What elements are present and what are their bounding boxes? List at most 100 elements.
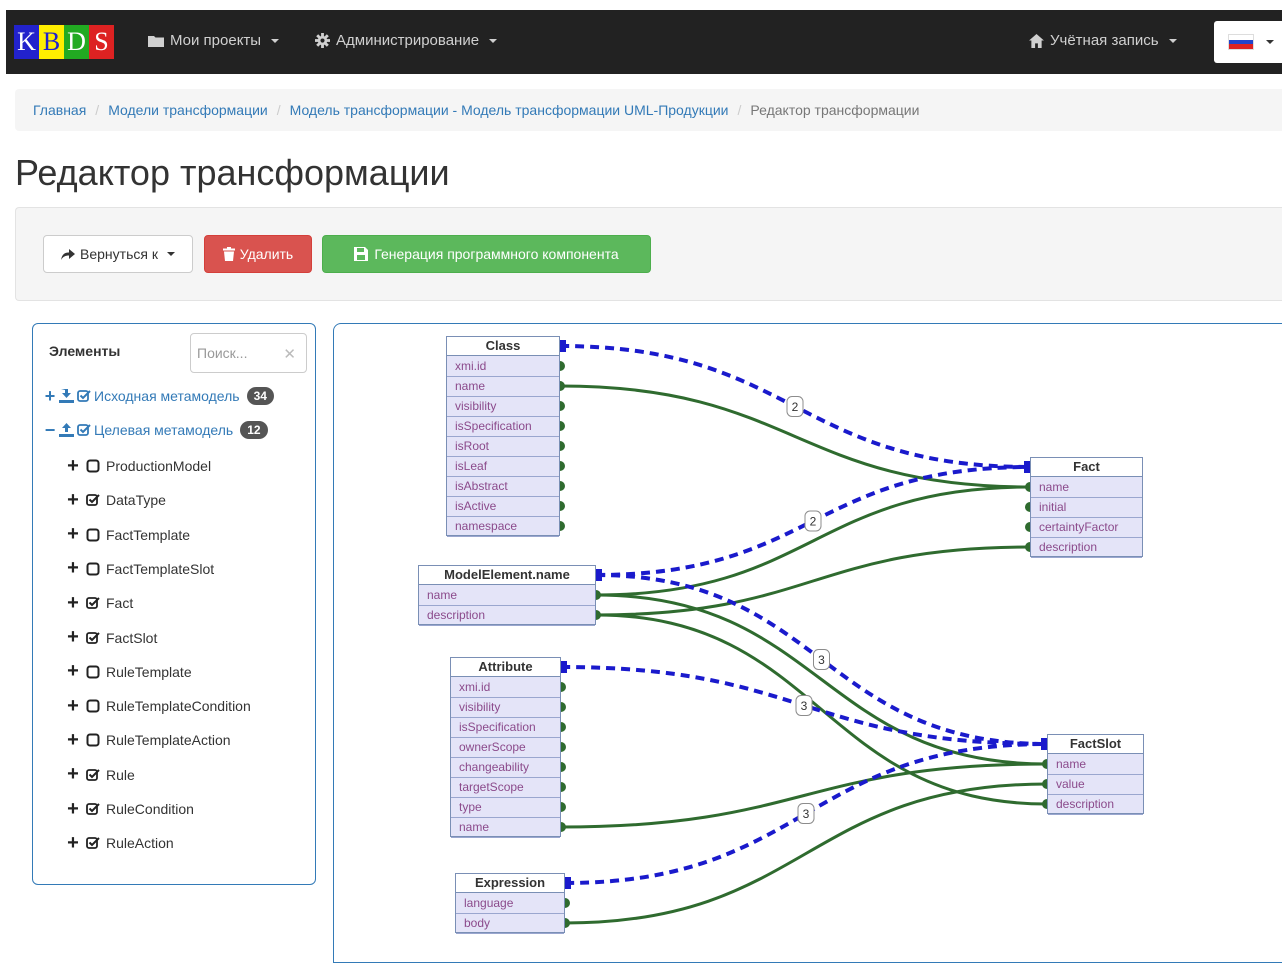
tree-item-facttemplateslot[interactable]: + FactTemplateSlot	[66, 557, 214, 580]
node-field-name[interactable]: name	[451, 818, 560, 838]
node-field-namespace[interactable]: namespace	[447, 517, 559, 537]
link-multiplicity-box[interactable]	[804, 510, 822, 532]
node-field-xmi-id[interactable]: xmi.id	[451, 678, 560, 698]
tree-item-label[interactable]: RuleTemplate	[106, 664, 192, 680]
element-link-modelElement-to-factSlot[interactable]	[595, 573, 1048, 746]
tree-item-productionmodel[interactable]: + ProductionModel	[66, 455, 211, 477]
tree-item-label[interactable]: DataType	[106, 492, 166, 508]
checkbox-unchecked-icon[interactable]	[86, 733, 100, 747]
expand-plus-icon[interactable]: +	[66, 832, 80, 855]
link-multiplicity-box[interactable]	[795, 695, 813, 716]
node-field-certaintyFactor[interactable]: certaintyFactor	[1031, 518, 1142, 538]
breadcrumb-transformation-models[interactable]: Модели трансформации	[108, 102, 268, 118]
node-title[interactable]: Class	[447, 337, 559, 356]
node-field-ownerScope[interactable]: ownerScope	[451, 738, 560, 758]
tree-item-label[interactable]: RuleTemplateCondition	[106, 698, 251, 714]
tree-item-ruletemplatecondition[interactable]: + RuleTemplateCondition	[66, 695, 251, 717]
link-multiplicity-box[interactable]	[797, 802, 815, 824]
node-field-name[interactable]: name	[1048, 755, 1143, 775]
expand-plus-icon[interactable]: +	[66, 763, 80, 786]
node-field-isLeaf[interactable]: isLeaf	[447, 457, 559, 477]
element-search-input[interactable]	[197, 343, 277, 363]
expand-plus-icon[interactable]: +	[66, 557, 80, 580]
field-link-modelElement-name-to-factSlot-name[interactable]	[595, 593, 1048, 766]
kbds-logo[interactable]: K B D S	[14, 25, 114, 59]
delete-button[interactable]: Удалить	[204, 235, 312, 273]
transformation-diagram-canvas[interactable]: 22333 Class xmi.id name visibility isSpecifi…	[333, 323, 1282, 963]
import-metamodel-icon[interactable]	[59, 388, 74, 404]
checkbox-checked-icon[interactable]	[86, 631, 100, 645]
field-link-class-name-to-fact-name[interactable]	[559, 384, 1031, 489]
breadcrumb-home[interactable]: Главная	[33, 102, 86, 118]
element-link-class-to-fact[interactable]	[559, 344, 1031, 469]
checkbox-unchecked-icon[interactable]	[86, 459, 100, 473]
expand-plus-icon[interactable]: +	[66, 729, 80, 752]
node-modelElement[interactable]: ModelElement.name name description	[418, 565, 596, 626]
expand-plus-icon[interactable]: +	[66, 592, 80, 615]
tree-item-label[interactable]: Rule	[106, 767, 135, 783]
export-metamodel-icon[interactable]	[59, 422, 74, 438]
checkbox-unchecked-icon[interactable]	[86, 562, 100, 576]
element-link-expression-to-factSlot[interactable]	[564, 742, 1048, 885]
tree-item-factslot[interactable]: + FactSlot	[66, 626, 157, 649]
tree-item-fact[interactable]: + Fact	[66, 592, 133, 614]
tree-item-label[interactable]: Fact	[106, 595, 133, 611]
generate-component-button[interactable]: Генерация программного компонента	[322, 235, 651, 273]
node-field-language[interactable]: language	[456, 894, 564, 914]
node-field-description[interactable]: description	[419, 606, 595, 626]
nav-administration[interactable]: Администрирование	[315, 32, 498, 49]
node-field-isAbstract[interactable]: isAbstract	[447, 477, 559, 497]
checkbox-checked-icon[interactable]	[86, 768, 100, 782]
node-field-value[interactable]: value	[1048, 775, 1143, 795]
expand-plus-icon[interactable]: +	[66, 798, 80, 821]
checkbox-unchecked-icon[interactable]	[86, 699, 100, 713]
node-field-xmi-id[interactable]: xmi.id	[447, 357, 559, 377]
node-fact[interactable]: Fact name initial certaintyFactor descriptio…	[1030, 457, 1143, 558]
tree-root-label[interactable]: Исходная метамодель	[94, 388, 240, 404]
field-link-attribute-name-to-factSlot-name[interactable]	[560, 762, 1048, 829]
node-title[interactable]: Attribute	[451, 658, 560, 677]
tree-item-ruletemplateaction[interactable]: + RuleTemplateAction	[66, 729, 231, 752]
field-link-modelElement-description-to-factSlot-description[interactable]	[595, 613, 1048, 806]
node-field-body[interactable]: body	[456, 914, 564, 934]
tree-item-label[interactable]: RuleTemplateAction	[106, 732, 231, 748]
checkbox-unchecked-icon[interactable]	[86, 665, 100, 679]
node-field-type[interactable]: type	[451, 798, 560, 818]
tree-root-source-metamodel[interactable]: + Исходная метамодель 34	[44, 385, 274, 407]
node-field-isActive[interactable]: isActive	[447, 497, 559, 517]
node-field-isRoot[interactable]: isRoot	[447, 437, 559, 457]
nav-account[interactable]: Учётная запись	[1029, 32, 1177, 49]
field-link-modelElement-name-to-fact-name[interactable]	[595, 485, 1031, 597]
node-factSlot[interactable]: FactSlot name value description	[1047, 734, 1144, 815]
checkbox-unchecked-icon[interactable]	[86, 528, 100, 542]
tree-item-label[interactable]: RuleCondition	[106, 801, 194, 817]
node-title[interactable]: Expression	[456, 874, 564, 893]
collapse-minus-icon[interactable]: −	[44, 420, 56, 441]
breadcrumb-transformation-model[interactable]: Модель трансформации - Модель трансформа…	[290, 102, 729, 118]
node-field-description[interactable]: description	[1048, 795, 1143, 815]
expand-plus-icon[interactable]: +	[66, 626, 80, 649]
tree-item-ruleaction[interactable]: + RuleAction	[66, 832, 174, 854]
node-field-targetScope[interactable]: targetScope	[451, 778, 560, 798]
tree-item-label[interactable]: RuleAction	[106, 835, 174, 851]
tree-item-datatype[interactable]: + DataType	[66, 489, 166, 511]
node-field-changeability[interactable]: changeability	[451, 758, 560, 778]
checkbox-checked-icon[interactable]	[86, 836, 100, 850]
nav-my-projects[interactable]: Мои проекты	[148, 32, 280, 49]
node-attribute[interactable]: Attribute xmi.id visibility isSpecification…	[450, 657, 561, 838]
node-field-description[interactable]: description	[1031, 538, 1142, 558]
language-switcher[interactable]	[1214, 21, 1282, 63]
checkbox-checked-icon[interactable]	[86, 493, 100, 507]
clear-search-icon[interactable]: ✕	[283, 345, 296, 363]
element-link-attribute-to-factSlot[interactable]	[560, 665, 1048, 746]
tree-item-label[interactable]: FactSlot	[106, 630, 157, 646]
element-link-modelElement-to-fact[interactable]	[595, 465, 1031, 577]
checkbox-checked-icon[interactable]	[86, 596, 100, 610]
expand-plus-icon[interactable]: +	[66, 523, 80, 546]
node-expression[interactable]: Expression language body	[455, 873, 565, 934]
tree-item-facttemplate[interactable]: + FactTemplate	[66, 523, 190, 546]
tree-item-rulecondition[interactable]: + RuleCondition	[66, 798, 194, 820]
checkbox-checked-icon[interactable]	[77, 423, 91, 437]
expand-plus-icon[interactable]: +	[66, 695, 80, 718]
link-multiplicity-box[interactable]	[812, 648, 830, 670]
